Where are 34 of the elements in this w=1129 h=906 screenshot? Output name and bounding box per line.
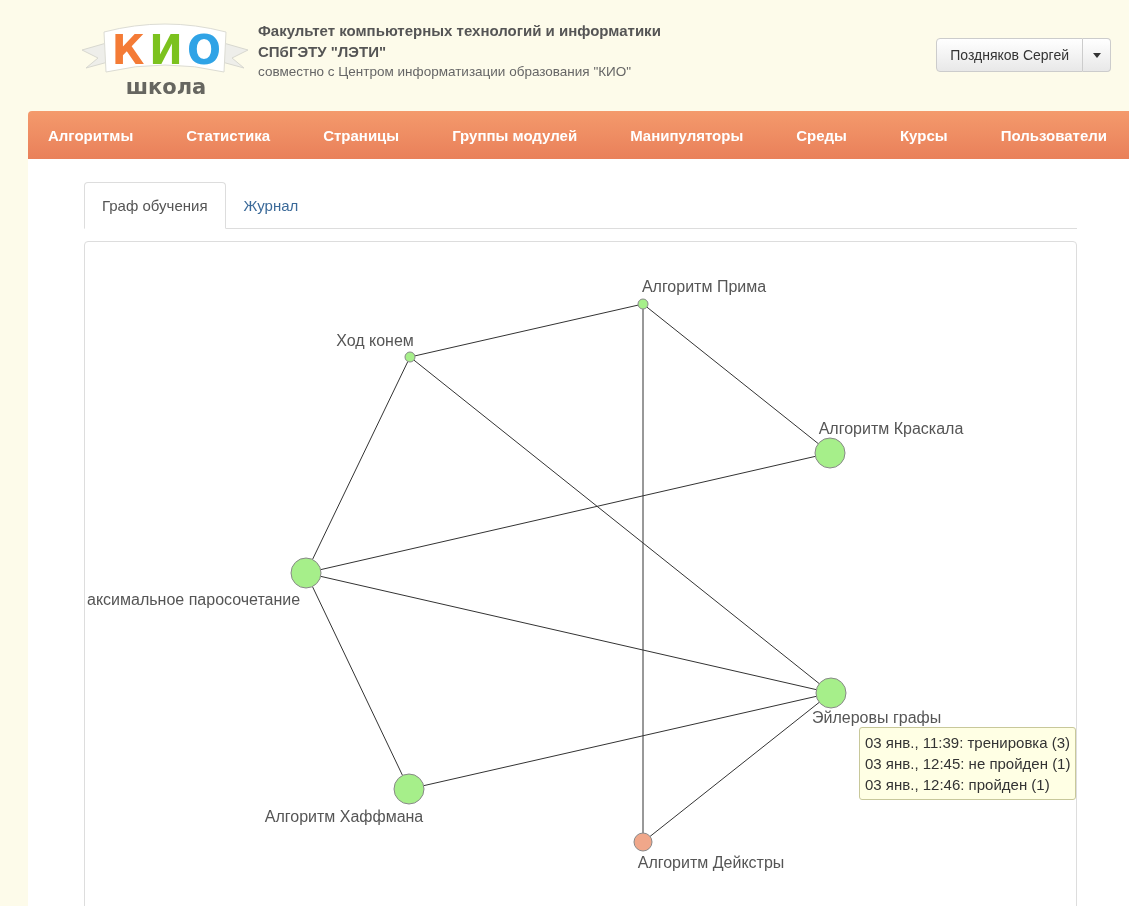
user-button[interactable]: Поздняков Сергей	[936, 38, 1083, 72]
graph-node[interactable]	[633, 832, 653, 852]
site-title: Факультет компьютерных технологий и информатики	[258, 21, 661, 41]
graph-node[interactable]	[290, 557, 322, 589]
graph-node[interactable]	[404, 351, 416, 363]
nav-link[interactable]: Курсы	[899, 126, 948, 144]
graph-node[interactable]	[637, 298, 649, 310]
graph-node[interactable]	[814, 437, 846, 469]
site-subtitle: совместно с Центром информатизации образования "КИО"	[258, 63, 633, 81]
logo: К И О школа	[80, 18, 250, 98]
graph-node[interactable]	[393, 773, 425, 805]
nav-link[interactable]: Пользователи	[1000, 126, 1107, 144]
node-label: Ход конем	[336, 332, 414, 349]
tab[interactable]: Журнал	[225, 182, 317, 228]
caret-icon	[1092, 52, 1101, 58]
tooltip-line: 03 янв., 12:46: пройден (1)	[865, 775, 1051, 795]
nav-link[interactable]: Манипуляторы	[630, 126, 744, 144]
node-label: Алгоритм Дейкстры	[637, 854, 785, 871]
nav-link[interactable]: Страницы	[323, 126, 400, 144]
dropdown-toggle[interactable]	[1083, 38, 1111, 72]
node-label: аксимальное паросочетание	[87, 591, 301, 608]
nav-link[interactable]: Группы модулей	[452, 126, 578, 144]
tooltip-line: 03 янв., 11:39: тренировка (3)	[865, 733, 1071, 753]
nav-link[interactable]: Среды	[796, 126, 847, 144]
graph-node[interactable]	[815, 677, 847, 709]
node-label: Алгоритм Хаффмана	[264, 808, 424, 825]
nav-link[interactable]: Статистика	[186, 126, 271, 144]
tab[interactable]: Граф обучения	[84, 182, 226, 229]
node-label: Эйлеровы графы	[812, 709, 942, 726]
site-title: СПбГЭТУ "ЛЭТИ"	[258, 42, 388, 62]
nav-link[interactable]: Алгоритмы	[48, 126, 134, 144]
tooltip-line: 03 янв., 12:45: не пройден (1)	[865, 754, 1071, 774]
node-label: Алгоритм Краскала	[818, 420, 964, 437]
node-label: Алгоритм Прима	[641, 278, 767, 295]
